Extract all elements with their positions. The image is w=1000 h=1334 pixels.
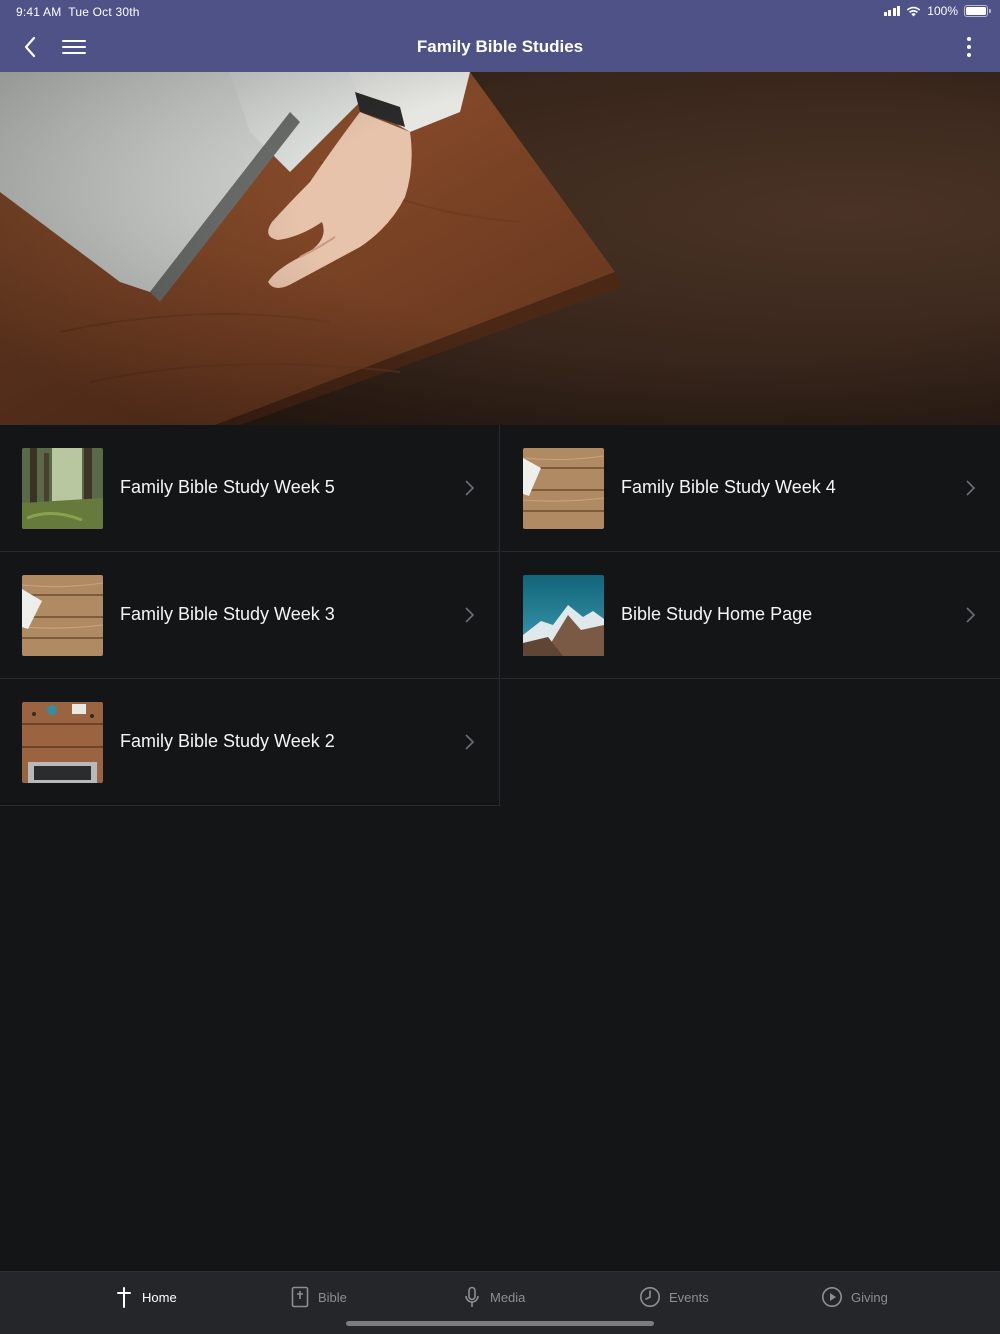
cellular-signal-icon [883, 6, 901, 16]
item-label: Family Bible Study Week 4 [621, 477, 836, 497]
more-options-button[interactable] [956, 33, 982, 61]
wooden-table-thumbnail [523, 448, 604, 529]
list-item-bible-study-home[interactable]: Bible Study Home Page [501, 552, 1000, 679]
pulpit-bible-illustration [0, 72, 1000, 425]
tab-label: Giving [851, 1289, 888, 1305]
tab-home[interactable]: Home [114, 1284, 177, 1310]
play-circle-icon [822, 1287, 842, 1307]
tab-bible[interactable]: Bible [290, 1284, 347, 1310]
item-label: Bible Study Home Page [621, 604, 813, 624]
cross-icon [117, 1287, 131, 1308]
item-label: Family Bible Study Week 5 [120, 477, 335, 497]
wooden-table-thumbnail [22, 575, 103, 656]
status-time: 9:41 AM Tue Oct 30th [16, 5, 140, 19]
chevron-right-icon [966, 480, 976, 496]
microphone-icon [465, 1286, 479, 1307]
list-item-week-5[interactable]: Family Bible Study Week 5 [0, 425, 500, 552]
home-indicator[interactable] [346, 1321, 654, 1326]
forest-thumbnail [22, 448, 103, 529]
item-label: Family Bible Study Week 2 [120, 731, 335, 751]
wifi-icon [907, 6, 921, 16]
clock-icon [640, 1287, 660, 1307]
chevron-right-icon [465, 480, 475, 496]
battery-icon [964, 5, 991, 17]
desk-laptop-thumbnail [22, 702, 103, 783]
tab-giving[interactable]: Giving [821, 1284, 888, 1310]
more-vertical-icon [967, 37, 971, 57]
tab-label: Bible [318, 1289, 347, 1305]
app-header: 9:41 AM Tue Oct 30th 100% Family Bible S… [0, 0, 1000, 72]
list-item-week-3[interactable]: Family Bible Study Week 3 [0, 552, 500, 679]
tab-label: Home [142, 1289, 177, 1305]
hero-image [0, 72, 1000, 425]
tab-media[interactable]: Media [462, 1284, 525, 1310]
page-title: Family Bible Studies [416, 37, 584, 56]
tab-label: Events [669, 1289, 709, 1305]
status-indicators: 100% [883, 4, 991, 18]
tab-events[interactable]: Events [639, 1284, 709, 1310]
mountain-thumbnail [523, 575, 604, 656]
list-item-week-4[interactable]: Family Bible Study Week 4 [501, 425, 1000, 552]
tab-label: Media [490, 1289, 526, 1305]
bible-icon [291, 1286, 309, 1308]
item-label: Family Bible Study Week 3 [120, 604, 335, 624]
chevron-right-icon [465, 734, 475, 750]
chevron-right-icon [966, 607, 976, 623]
chevron-right-icon [465, 607, 475, 623]
list-item-week-2[interactable]: Family Bible Study Week 2 [0, 679, 500, 806]
battery-percentage: 100% [927, 4, 958, 18]
